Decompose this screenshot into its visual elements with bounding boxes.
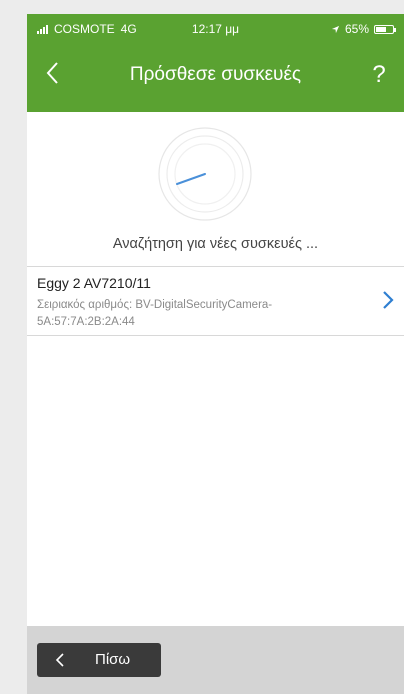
navigation-bar: Πρόσθεσε συσκευές ? (27, 44, 404, 112)
chevron-right-icon (383, 291, 394, 309)
bottom-bar: Πίσω (27, 626, 404, 694)
phone-screen: COSMOTE 4G 12:17 μμ 65% Πρόσθεσε συσκευέ… (27, 14, 404, 694)
device-name: Eggy 2 AV7210/11 (37, 275, 151, 291)
status-bar: COSMOTE 4G 12:17 μμ 65% (27, 14, 404, 44)
page-title: Πρόσθεσε συσκευές (129, 64, 302, 85)
battery-percent: 65% (344, 22, 369, 36)
chevron-left-icon (46, 62, 58, 84)
back-button[interactable]: Πίσω (37, 643, 161, 677)
help-button[interactable]: ? (364, 58, 394, 92)
back-arrow-button[interactable] (35, 56, 69, 90)
top-bar: COSMOTE 4G 12:17 μμ 65% Πρόσθεσε συσκευέ… (27, 14, 404, 112)
device-list-item[interactable]: Eggy 2 AV7210/11 Σειριακός αριθμός: BV-D… (27, 266, 404, 336)
device-serial: Σειριακός αριθμός: BV-DigitalSecurityCam… (37, 299, 273, 328)
search-status-text: Αναζήτηση για νέες συσκευές ... (112, 236, 319, 252)
status-right: 65% (331, 22, 396, 36)
screenshot-frame: COSMOTE 4G 12:17 μμ 65% Πρόσθεσε συσκευέ… (0, 0, 404, 694)
search-spinner (155, 124, 255, 224)
location-arrow-icon (331, 25, 340, 33)
battery-icon (374, 24, 396, 34)
chevron-left-icon (55, 653, 64, 667)
back-button-label: Πίσω (95, 651, 131, 668)
radar-spinner-icon (158, 127, 252, 221)
